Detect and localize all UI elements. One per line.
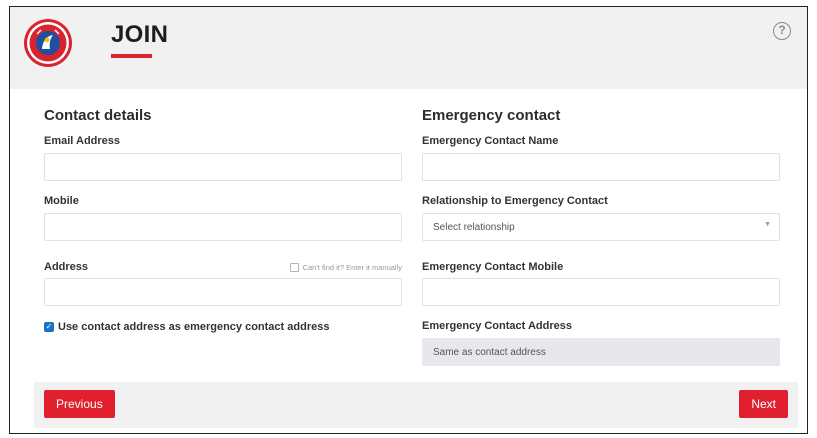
relationship-value: Select relationship	[433, 222, 515, 233]
mobile-label: Mobile	[44, 195, 79, 207]
chevron-down-icon: ▼	[764, 221, 771, 228]
surf-life-saving-logo-icon	[24, 19, 72, 67]
emergency-address-value: Same as contact address	[433, 347, 546, 358]
relationship-select[interactable]: Select relationship ▼	[422, 213, 780, 241]
page-title: JOIN	[111, 21, 169, 48]
relationship-label: Relationship to Emergency Contact	[422, 195, 608, 207]
emergency-name-field[interactable]	[422, 153, 780, 181]
email-label: Email Address	[44, 135, 121, 147]
address-field[interactable]	[44, 278, 402, 306]
previous-button[interactable]: Previous	[44, 390, 115, 418]
email-field[interactable]	[44, 153, 402, 181]
manual-address-label: Can't find it? Enter it manually	[302, 263, 402, 272]
manual-address-toggle[interactable]: Can't find it? Enter it manually	[289, 263, 402, 272]
address-label: Address	[44, 261, 89, 273]
help-icon[interactable]: ?	[773, 22, 791, 40]
contact-section-title: Contact details	[44, 107, 152, 124]
use-contact-address-toggle[interactable]: ✓ Use contact address as emergency conta…	[44, 321, 329, 333]
title-underline	[111, 54, 152, 58]
emergency-mobile-field[interactable]	[422, 278, 780, 306]
header-bar: JOIN ?	[10, 7, 807, 89]
emergency-mobile-label: Emergency Contact Mobile	[422, 261, 564, 273]
use-contact-address-label: Use contact address as emergency contact…	[58, 321, 330, 333]
next-button[interactable]: Next	[739, 390, 788, 418]
emergency-section-title: Emergency contact	[422, 107, 561, 124]
form-footer: Previous Next	[34, 382, 798, 428]
join-form-window: JOIN ? Contact details Email Address Mob…	[9, 6, 808, 434]
manual-address-checkbox[interactable]	[289, 263, 299, 272]
use-contact-address-checkbox[interactable]: ✓	[44, 322, 54, 332]
emergency-address-field: Same as contact address	[422, 338, 780, 366]
emergency-name-label: Emergency Contact Name	[422, 135, 559, 147]
mobile-field[interactable]	[44, 213, 402, 241]
emergency-address-label: Emergency Contact Address	[422, 320, 572, 332]
